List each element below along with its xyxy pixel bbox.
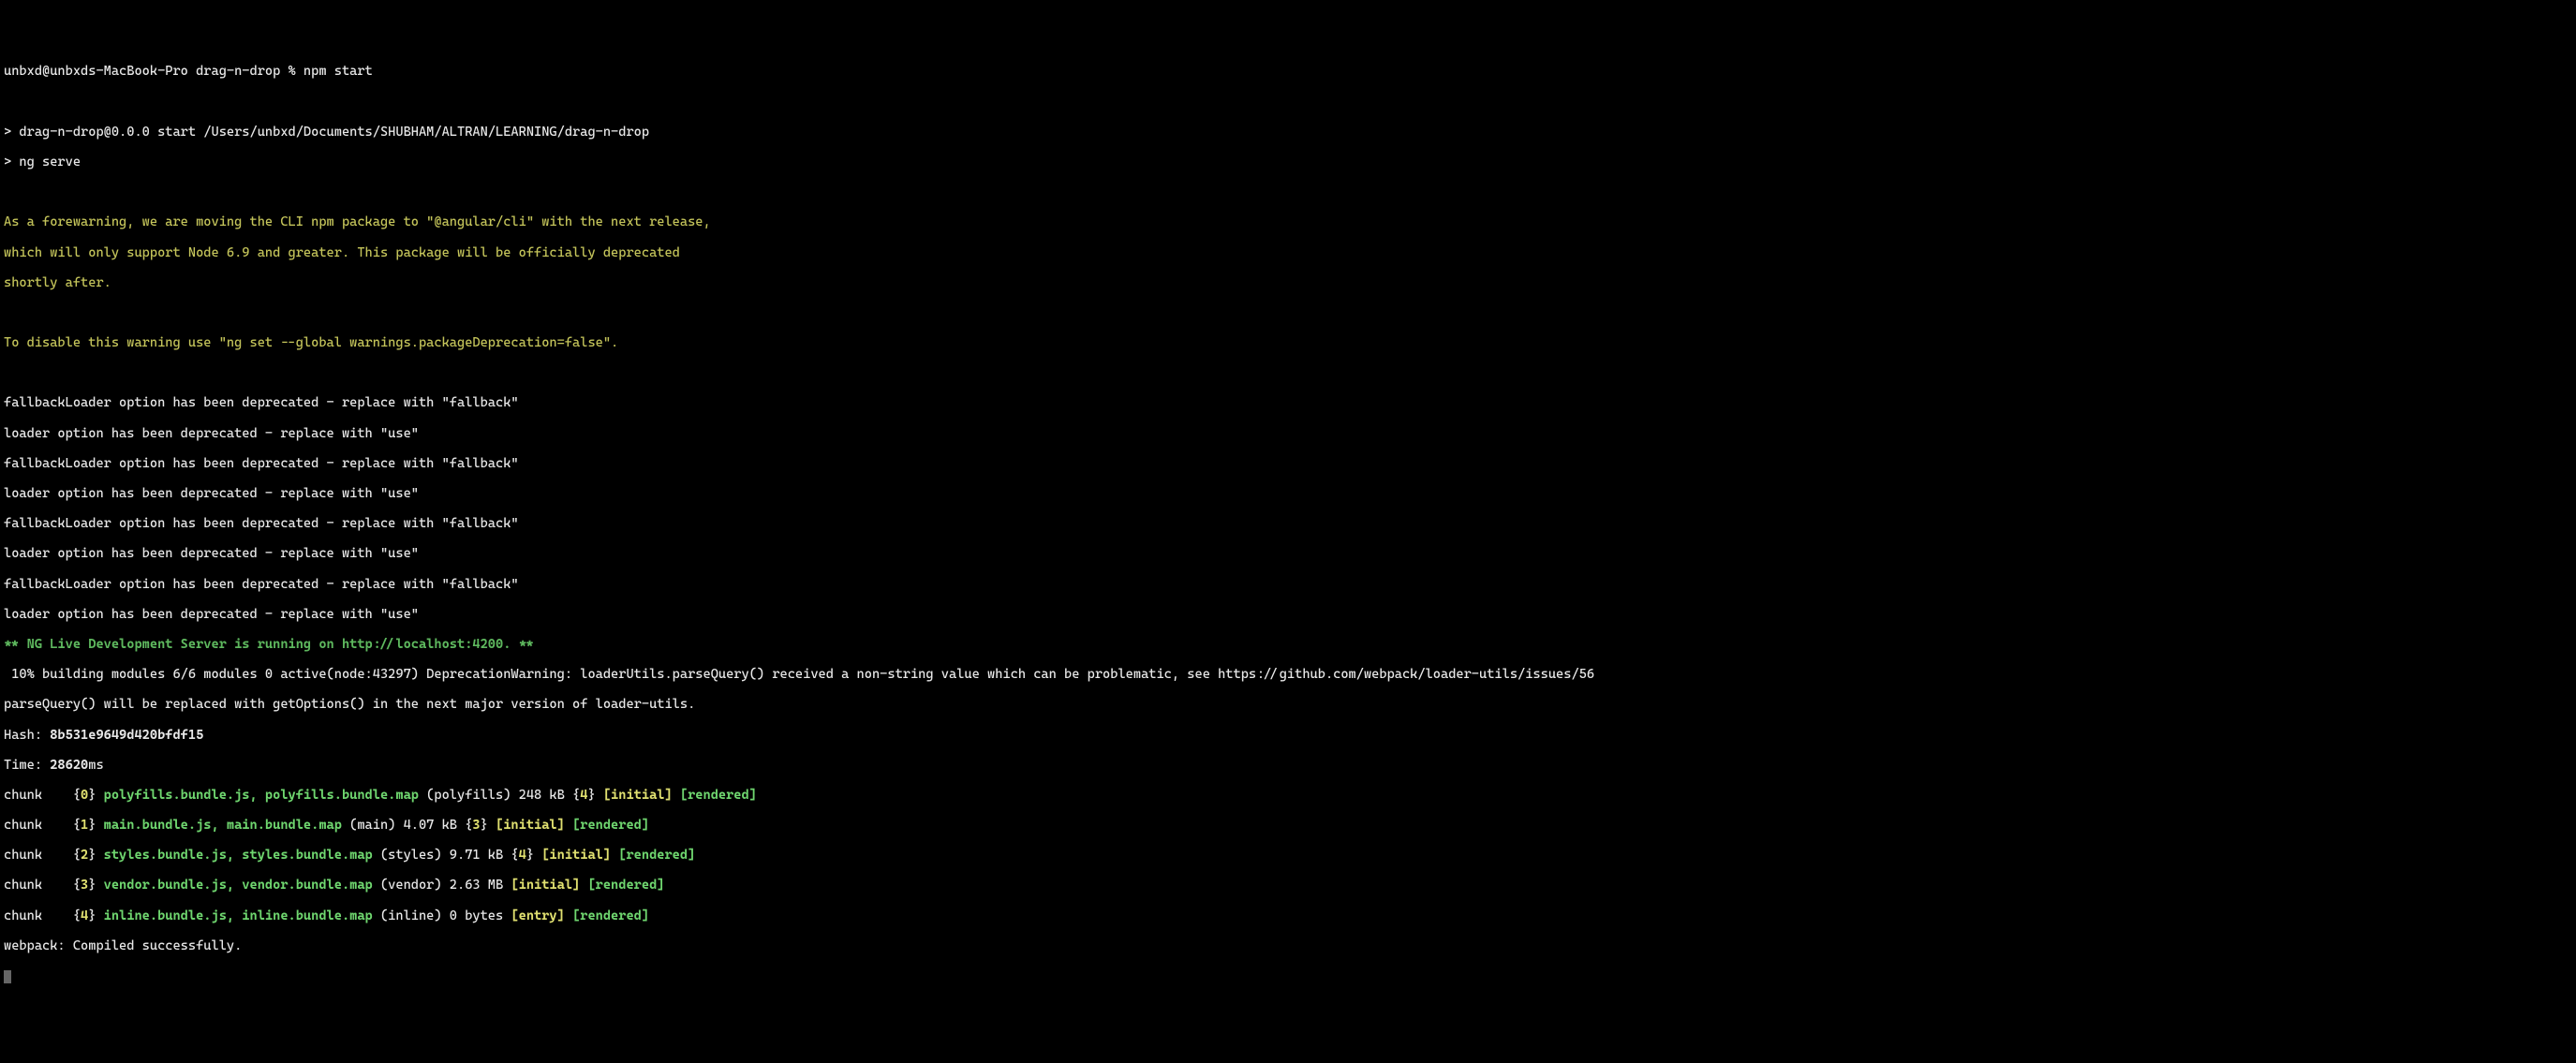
chunk-row-1: chunk {1} main.bundle.js, main.bundle.ma… [4,818,2572,833]
deprecation-loader-3: loader option has been deprecated - repl… [4,546,2572,561]
deprecation-fallback-2: fallbackLoader option has been deprecate… [4,456,2572,471]
deprecation-loader-2: loader option has been deprecated - repl… [4,486,2572,501]
cursor[interactable] [4,970,11,983]
npm-run-line1: > drag-n-drop@0.0.0 start /Users/unbxd/D… [4,125,2572,140]
terminal-prompt-line: unbxd@unbxds-MacBook-Pro drag-n-drop % n… [4,64,2572,79]
chunk-files: inline.bundle.js, inline.bundle.map [104,908,373,923]
chunk-files: polyfills.bundle.js, polyfills.bundle.ma… [104,788,419,803]
npm-run-line2: > ng serve [4,155,2572,170]
chunk-files: vendor.bundle.js, vendor.bundle.map [104,878,373,893]
parsequery-note: parseQuery() will be replaced with getOp… [4,697,2572,712]
chunk-files: main.bundle.js, main.bundle.map [104,818,342,833]
deprecation-fallback-3: fallbackLoader option has been deprecate… [4,516,2572,531]
chunk-row-3: chunk {3} vendor.bundle.js, vendor.bundl… [4,878,2572,893]
warning-disable: To disable this warning use "ng set --gl… [4,335,2572,350]
deprecation-fallback-4: fallbackLoader option has been deprecate… [4,577,2572,592]
ng-live-server: ** NG Live Development Server is running… [4,637,2572,652]
chunk-row-4: chunk {4} inline.bundle.js, inline.bundl… [4,908,2572,923]
cursor-line[interactable] [4,968,2572,983]
deprecation-loader-1: loader option has been deprecated - repl… [4,426,2572,441]
chunk-row-0: chunk {0} polyfills.bundle.js, polyfills… [4,788,2572,803]
webpack-compiled: webpack: Compiled successfully. [4,938,2572,953]
prompt-command[interactable]: npm start [303,64,373,79]
prompt-dir: drag-n-drop [196,64,280,79]
warning-line-1: As a forewarning, we are moving the CLI … [4,214,2572,229]
chunk-files: styles.bundle.js, styles.bundle.map [104,848,373,863]
deprecation-fallback-1: fallbackLoader option has been deprecate… [4,395,2572,410]
warning-line-3: shortly after. [4,275,2572,290]
time-value: 28620 [50,758,88,773]
prompt-symbol: % [289,64,296,79]
deprecation-loader-4: loader option has been deprecated - repl… [4,607,2572,622]
time-line: Time: 28620ms [4,758,2572,773]
warning-line-2: which will only support Node 6.9 and gre… [4,245,2572,260]
prompt-userhost: unbxd@unbxds-MacBook-Pro [4,64,188,79]
building-modules: 10% building modules 6/6 modules 0 activ… [4,667,2572,682]
chunk-row-2: chunk {2} styles.bundle.js, styles.bundl… [4,848,2572,863]
hash-value: 8b531e9649d420bfdf15 [50,728,203,743]
hash-line: Hash: 8b531e9649d420bfdf15 [4,728,2572,743]
